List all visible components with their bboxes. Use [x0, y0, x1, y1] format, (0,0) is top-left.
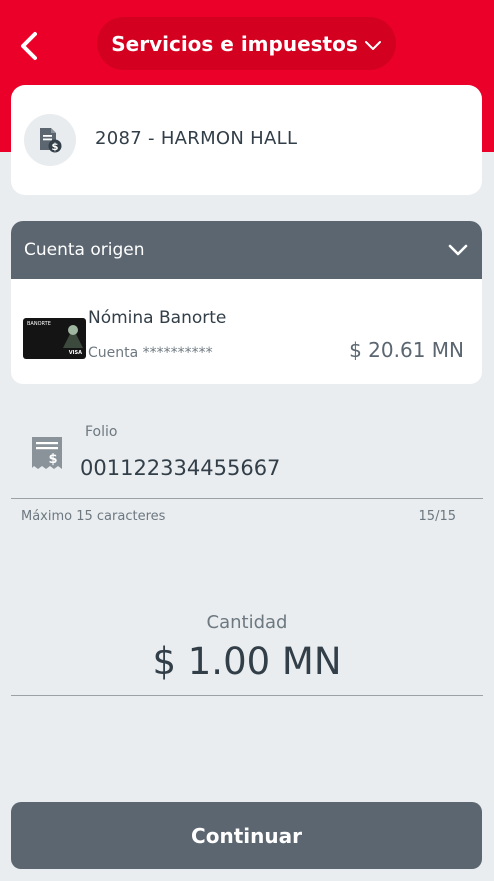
account-name: Nómina Banorte: [88, 308, 227, 328]
page-title: Servicios e impuestos: [111, 31, 358, 56]
account-number: Cuenta **********: [88, 345, 213, 361]
chevron-down-icon: [448, 244, 468, 256]
folio-label: Folio: [85, 424, 118, 440]
amount-underline: [11, 695, 483, 696]
folio-input[interactable]: [80, 453, 470, 483]
service-name: 2087 - HARMON HALL: [95, 128, 298, 149]
chevron-down-icon: [364, 40, 382, 51]
svg-text:$: $: [48, 452, 57, 467]
svg-text:$: $: [52, 142, 59, 153]
origin-account-title: Cuenta origen: [24, 240, 145, 260]
account-balance: $ 20.61 MN: [349, 338, 464, 362]
origin-account-header[interactable]: Cuenta origen: [11, 221, 482, 279]
bill-dollar-icon: $: [24, 114, 76, 166]
chevron-left-icon: [21, 32, 37, 60]
continue-button[interactable]: Continuar: [11, 802, 482, 869]
folio-character-count: 15/15: [418, 509, 456, 524]
service-type-dropdown[interactable]: Servicios e impuestos: [97, 17, 396, 70]
amount-label: Cantidad: [206, 612, 288, 633]
receipt-dollar-icon: $: [31, 436, 63, 476]
back-button[interactable]: [14, 28, 44, 64]
folio-hint: Máximo 15 caracteres: [21, 509, 166, 524]
service-card[interactable]: $ 2087 - HARMON HALL: [11, 85, 482, 195]
folio-underline: [11, 498, 483, 499]
amount-input[interactable]: $ 1.00 MN: [0, 640, 494, 683]
visa-logo: VISA: [68, 350, 82, 356]
debit-card-image: BANORTE VISA: [23, 318, 86, 359]
